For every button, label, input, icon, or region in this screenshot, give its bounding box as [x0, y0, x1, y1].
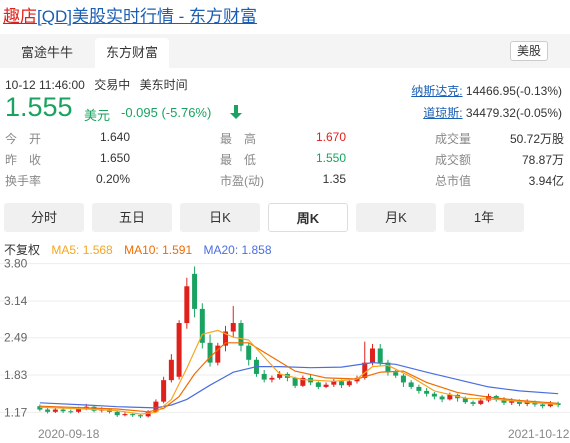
candle	[261, 369, 267, 383]
candle	[161, 376, 167, 404]
candle	[238, 320, 244, 352]
page-title[interactable]: 趣店[QD]美股实时行情 - 东方财富	[3, 2, 257, 27]
candle	[246, 342, 252, 366]
open-value: 1.640	[99, 130, 130, 144]
y-tick-label: 2.49	[4, 331, 28, 345]
index-dow-value: 34479.32(-0.05%)	[465, 106, 562, 120]
candle	[68, 409, 74, 414]
amount-label: 成交额	[435, 153, 472, 167]
market-cap-value: 3.94亿	[528, 174, 564, 188]
stats-row: 今开 1.640 最高 1.670 成交量 50.72万股	[0, 128, 570, 148]
down-arrow-icon	[230, 105, 242, 119]
x-tick-end: 2021-10-12	[508, 427, 570, 441]
candle	[168, 354, 174, 383]
period-monthly-button[interactable]: 月K	[356, 203, 436, 232]
period-5day-button[interactable]: 五日	[92, 203, 172, 232]
y-tick-label: 1.17	[4, 405, 28, 419]
candle	[385, 359, 391, 376]
volume-value: 50.72万股	[509, 132, 564, 146]
stats-row: 换手率 0.20% 市盈(动) 1.35 总市值 3.94亿	[0, 170, 570, 190]
y-tick-label: 3.80	[4, 258, 28, 271]
ma20-label: MA20: 1.858	[203, 243, 272, 257]
last-price: 1.555	[5, 92, 73, 122]
tab-eastmoney[interactable]: 东方财富	[95, 38, 169, 68]
candle	[300, 375, 306, 387]
candle	[223, 325, 229, 352]
period-intraday-button[interactable]: 分时	[4, 203, 84, 232]
candle	[439, 394, 445, 403]
turnover-value: 0.20%	[95, 172, 130, 186]
candle	[470, 400, 476, 407]
candle	[114, 410, 120, 417]
market-cap-label: 总市值	[435, 174, 472, 188]
period-daily-button[interactable]: 日K	[180, 203, 260, 232]
ma10-label: MA10: 1.591	[124, 243, 193, 257]
low-label: 最低	[220, 153, 269, 167]
candle	[424, 388, 430, 397]
timezone-label: 美东时间	[139, 78, 188, 92]
index-dow-name[interactable]: 道琼斯:	[423, 106, 462, 120]
candle	[192, 266, 198, 318]
amount-value: 78.87万	[521, 153, 564, 167]
candle	[431, 392, 437, 400]
index-nasdaq-value: 14466.95(-0.13%)	[465, 84, 562, 98]
adjust-label[interactable]: 不复权	[4, 243, 40, 257]
weekly-kline-chart[interactable]: 3.80 3.14 2.49 1.83 1.17 2020-09-18 2021-10-…	[0, 258, 570, 443]
open-label: 今开	[5, 132, 54, 146]
candle	[184, 277, 190, 329]
index-dow[interactable]: 道琼斯: 34479.32(-0.05%)	[423, 104, 562, 121]
period-1year-button[interactable]: 1年	[444, 203, 524, 232]
candle	[215, 342, 221, 366]
ma5-label: MA5: 1.568	[51, 243, 113, 257]
period-weekly-button[interactable]: 周K	[268, 203, 348, 232]
tab-futu[interactable]: 富途牛牛	[7, 38, 87, 68]
stats-row: 昨收 1.650 最低 1.550 成交额 78.87万	[0, 149, 570, 169]
market-tag: 美股	[509, 41, 548, 61]
candle	[455, 393, 461, 402]
quote-meta: 10-12 11:46:00 交易中 美东时间	[5, 76, 194, 93]
candle	[323, 382, 329, 389]
candle	[176, 320, 182, 380]
source-tabs-bar: 富途牛牛 东方财富 美股	[0, 34, 570, 68]
candle	[377, 343, 383, 366]
index-nasdaq[interactable]: 纳斯达克: 14466.95(-0.13%)	[411, 82, 562, 99]
y-tick-label: 1.83	[4, 368, 28, 382]
title-highlight[interactable]: 趣店	[3, 7, 37, 26]
index-nasdaq-name[interactable]: 纳斯达克:	[411, 84, 462, 98]
pe-value: 1.35	[322, 172, 346, 186]
currency-label: 美元	[84, 108, 111, 123]
candle	[315, 381, 321, 390]
candle	[416, 384, 422, 394]
low-value: 1.550	[315, 151, 346, 165]
candle	[122, 412, 128, 417]
ma-legend: 不复权 MA5: 1.568 MA10: 1.591 MA20: 1.858	[4, 241, 280, 258]
candle	[331, 379, 337, 387]
candle	[269, 375, 275, 383]
prev-close-value: 1.650	[99, 151, 130, 165]
x-tick-start: 2020-09-18	[38, 427, 100, 441]
y-tick-label: 3.14	[4, 294, 28, 308]
turnover-label: 换手率	[5, 174, 42, 188]
prev-close-label: 昨收	[5, 153, 54, 167]
pe-label: 市盈(动)	[220, 174, 264, 188]
price-change: -0.095 (-5.76%)	[121, 105, 212, 120]
title-rest[interactable]: [QD]美股实时行情 - 东方财富	[37, 7, 257, 26]
candle	[400, 373, 406, 387]
volume-label: 成交量	[435, 132, 472, 146]
candle	[486, 393, 492, 403]
high-value: 1.670	[315, 130, 346, 144]
candle	[199, 303, 205, 349]
candle	[207, 334, 213, 367]
candle	[408, 380, 414, 390]
high-label: 最高	[220, 132, 269, 146]
quote-datetime: 10-12 11:46:00	[5, 78, 85, 92]
candle	[230, 306, 236, 338]
trading-status: 交易中	[94, 78, 131, 92]
